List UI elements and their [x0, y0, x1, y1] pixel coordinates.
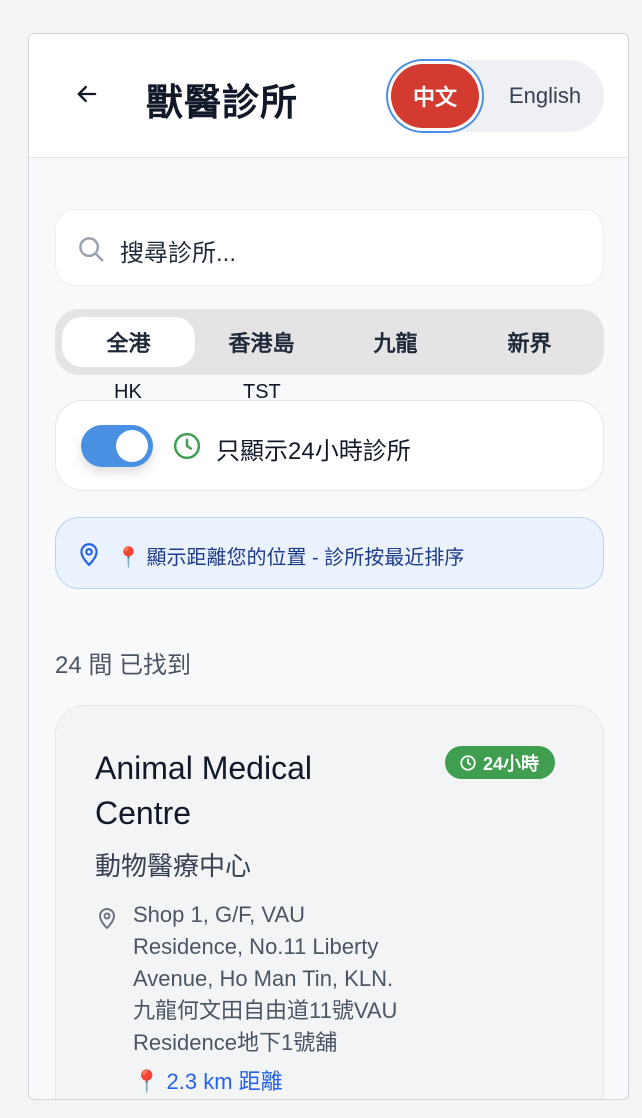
clinic-distance: 📍 2.3 km 距離 — [133, 1069, 283, 1094]
clinic-name-zh: 動物醫療中心 — [95, 851, 252, 881]
clock-icon — [173, 432, 201, 460]
result-count: 24 間 已找到 — [55, 652, 192, 679]
language-switcher: 中文 English — [387, 60, 604, 132]
tab-hk-island[interactable]: 香港島 — [195, 317, 328, 367]
24h-badge: 24小時 — [445, 746, 556, 779]
location-banner-text: 📍 顯示距離您的位置 - 診所按最近排序 — [116, 547, 465, 569]
address-line: Residence地下1號舖 — [133, 1030, 338, 1055]
24h-badge-label: 24小時 — [483, 753, 540, 774]
toggle-knob — [116, 430, 148, 462]
24h-filter-card: 只顯示24小時診所 — [55, 400, 604, 491]
address-line: Avenue, Ho Man Tin, KLN. — [133, 966, 394, 991]
address-line: Shop 1, G/F, VAU — [133, 902, 306, 927]
back-button[interactable] — [73, 80, 101, 108]
search-input[interactable]: 搜尋診所... — [55, 209, 604, 286]
top-bar: 獸醫診所 中文 English — [29, 34, 628, 158]
page-title: 獸醫診所 — [146, 82, 298, 123]
tab-all-hk[interactable]: 全港 — [62, 317, 195, 367]
location-banner: 📍 顯示距離您的位置 - 診所按最近排序 — [55, 517, 604, 589]
clinic-address: Shop 1, G/F, VAU Residence, No.11 Libert… — [133, 899, 433, 1059]
region-tabs: 全港 香港島 九龍 新界 — [55, 309, 604, 375]
clock-icon — [460, 754, 476, 771]
tab-new-territories[interactable]: 新界 — [463, 317, 596, 367]
search-placeholder: 搜尋診所... — [120, 240, 237, 267]
24h-toggle-label: 只顯示24小時診所 — [216, 438, 411, 465]
clinic-name-en: Animal Medical Centre — [95, 750, 312, 831]
address-line: 九龍何文田自由道11號VAU — [133, 998, 398, 1023]
clinic-card[interactable]: Animal Medical Centre 24小時 動物醫療中心 Shop 1… — [55, 705, 604, 1099]
map-pin-icon — [99, 908, 115, 929]
search-icon — [79, 237, 104, 262]
24h-toggle[interactable] — [81, 425, 153, 467]
map-pin-icon — [80, 543, 98, 566]
tab-kowloon[interactable]: 九龍 — [329, 317, 462, 367]
address-line: Residence, No.11 Liberty — [133, 934, 379, 959]
lang-zh-button[interactable]: 中文 — [391, 64, 479, 128]
app-frame: 獸醫診所 中文 English 搜尋診所... 全港 香港島 九龍 新界 HK … — [28, 33, 629, 1100]
lang-en-button[interactable]: English — [491, 64, 599, 128]
arrow-left-icon — [77, 85, 97, 103]
